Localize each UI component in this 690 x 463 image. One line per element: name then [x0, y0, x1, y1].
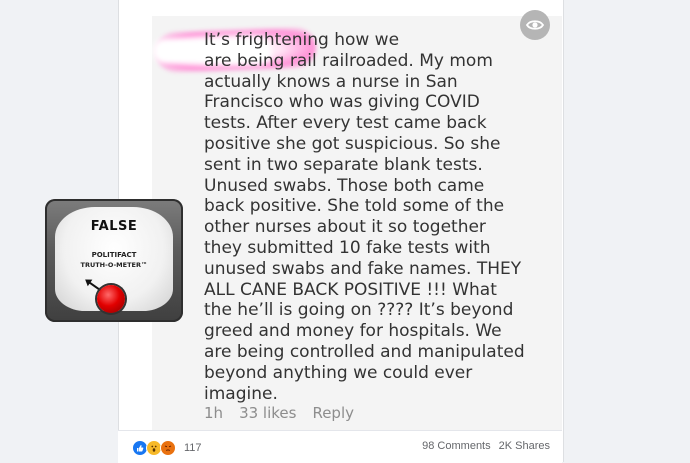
angry-icon [160, 440, 176, 456]
comment-time: 1h [204, 404, 224, 422]
image-top-band [152, 0, 562, 16]
reactions-summary[interactable]: 117 [132, 440, 202, 456]
eye-icon [526, 20, 544, 30]
meter-knob [97, 285, 125, 313]
comment-reply: Reply [312, 404, 354, 422]
comment-likes: 33 likes [239, 404, 297, 422]
post-footer: 117 98 Comments 2K Shares [118, 430, 562, 463]
meter-brand: POLITIFACT [91, 251, 137, 259]
truth-o-meter-badge: FALSE POLITIFACT TRUTH-O-METER™ [45, 199, 183, 322]
shares-count-link[interactable]: 2K Shares [499, 440, 550, 452]
post-comment-text: It’s frightening how we are being rail r… [204, 30, 525, 404]
comment-meta: 1h 33 likes Reply [204, 404, 354, 422]
engagement-counts: 98 Comments 2K Shares [422, 440, 550, 452]
post-screenshot-image: It’s frightening how we are being rail r… [152, 0, 562, 430]
reaction-count: 117 [184, 442, 202, 454]
meter-verdict: FALSE [90, 219, 138, 234]
meter-brand-subtitle: TRUTH-O-METER™ [80, 261, 148, 269]
visibility-toggle-button[interactable] [520, 10, 550, 40]
comments-count-link[interactable]: 98 Comments [422, 440, 490, 452]
